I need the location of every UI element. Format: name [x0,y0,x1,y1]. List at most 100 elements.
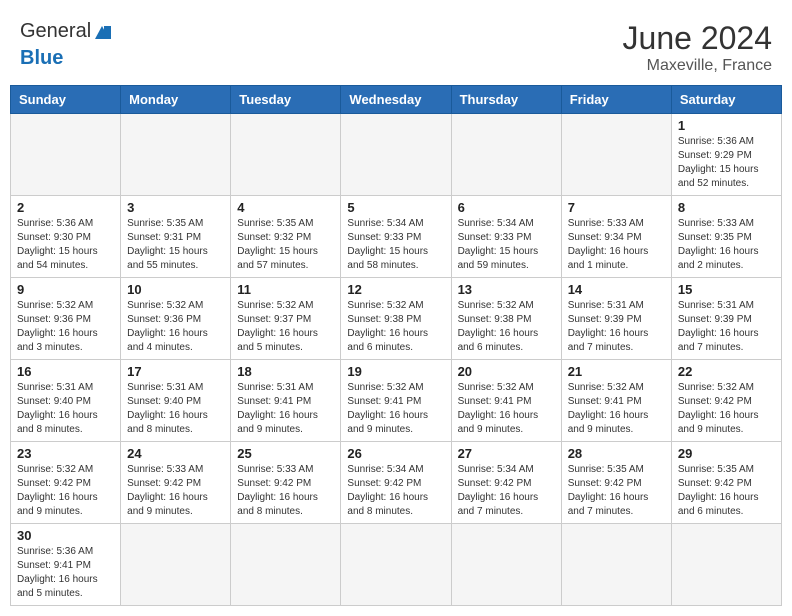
day-number: 16 [17,364,114,379]
day-info: Sunrise: 5:33 AM Sunset: 9:42 PM Dayligh… [237,463,334,519]
day-info: Sunrise: 5:35 AM Sunset: 9:31 PM Dayligh… [127,217,224,273]
logo-blue-text: Blue [20,47,63,70]
day-info: Sunrise: 5:33 AM Sunset: 9:42 PM Dayligh… [127,463,224,519]
column-header-saturday: Saturday [671,86,781,114]
day-cell: 26 Sunrise: 5:34 AM Sunset: 9:42 PM Dayli… [341,442,451,524]
day-cell: 27 Sunrise: 5:34 AM Sunset: 9:42 PM Dayli… [451,442,561,524]
header-area: General Blue June 2024 Maxeville, France [10,10,782,80]
day-cell: 12 Sunrise: 5:32 AM Sunset: 9:38 PM Dayli… [341,278,451,360]
day-number: 21 [568,364,665,379]
column-header-monday: Monday [121,86,231,114]
day-cell: 10Sunrise: 5:32 AM Sunset: 9:36 PM Dayli… [121,278,231,360]
day-cell: 21 Sunrise: 5:32 AM Sunset: 9:41 PM Dayli… [561,360,671,442]
week-row-2: 2 Sunrise: 5:36 AM Sunset: 9:30 PM Daylig… [11,196,782,278]
day-info: Sunrise: 5:31 AM Sunset: 9:41 PM Dayligh… [237,381,334,437]
day-info: Sunrise: 5:36 AM Sunset: 9:29 PM Dayligh… [678,135,775,191]
week-row-6: 30 Sunrise: 5:36 AM Sunset: 9:41 PM Dayli… [11,524,782,606]
week-row-3: 9 Sunrise: 5:32 AM Sunset: 9:36 PM Daylig… [11,278,782,360]
column-header-sunday: Sunday [11,86,121,114]
day-info: Sunrise: 5:36 AM Sunset: 9:41 PM Dayligh… [17,545,114,601]
day-cell: 17Sunrise: 5:31 AM Sunset: 9:40 PM Dayli… [121,360,231,442]
day-info: Sunrise: 5:33 AM Sunset: 9:35 PM Dayligh… [678,217,775,273]
day-cell [451,114,561,196]
day-number: 11 [237,282,334,297]
logo: General Blue [20,20,113,70]
day-cell: 15Sunrise: 5:31 AM Sunset: 9:39 PM Dayli… [671,278,781,360]
day-info: Sunrise: 5:32 AM Sunset: 9:37 PM Dayligh… [237,299,334,355]
logo-icon [91,21,113,43]
day-cell: 7 Sunrise: 5:33 AM Sunset: 9:34 PM Daylig… [561,196,671,278]
day-number: 27 [458,446,555,461]
day-number: 9 [17,282,114,297]
day-cell: 28Sunrise: 5:35 AM Sunset: 9:42 PM Dayli… [561,442,671,524]
column-header-thursday: Thursday [451,86,561,114]
day-number: 7 [568,200,665,215]
day-number: 13 [458,282,555,297]
day-cell [231,524,341,606]
day-cell: 24 Sunrise: 5:33 AM Sunset: 9:42 PM Dayli… [121,442,231,524]
day-number: 3 [127,200,224,215]
day-info: Sunrise: 5:32 AM Sunset: 9:36 PM Dayligh… [17,299,114,355]
column-header-friday: Friday [561,86,671,114]
day-cell: 5Sunrise: 5:34 AM Sunset: 9:33 PM Daylig… [341,196,451,278]
day-info: Sunrise: 5:33 AM Sunset: 9:34 PM Dayligh… [568,217,665,273]
column-header-wednesday: Wednesday [341,86,451,114]
day-cell [11,114,121,196]
day-cell: 25 Sunrise: 5:33 AM Sunset: 9:42 PM Dayli… [231,442,341,524]
day-cell: 14 Sunrise: 5:31 AM Sunset: 9:39 PM Dayli… [561,278,671,360]
day-number: 19 [347,364,444,379]
day-cell: 6 Sunrise: 5:34 AM Sunset: 9:33 PM Daylig… [451,196,561,278]
day-number: 14 [568,282,665,297]
day-info: Sunrise: 5:32 AM Sunset: 9:41 PM Dayligh… [347,381,444,437]
day-info: Sunrise: 5:34 AM Sunset: 9:42 PM Dayligh… [347,463,444,519]
logo-wrapper: General [20,20,113,43]
day-cell: 8 Sunrise: 5:33 AM Sunset: 9:35 PM Daylig… [671,196,781,278]
day-info: Sunrise: 5:31 AM Sunset: 9:39 PM Dayligh… [568,299,665,355]
day-number: 23 [17,446,114,461]
location: Maxeville, France [623,57,772,75]
day-cell: 13 Sunrise: 5:32 AM Sunset: 9:38 PM Dayli… [451,278,561,360]
day-number: 25 [237,446,334,461]
day-info: Sunrise: 5:32 AM Sunset: 9:42 PM Dayligh… [17,463,114,519]
day-info: Sunrise: 5:32 AM Sunset: 9:38 PM Dayligh… [458,299,555,355]
day-number: 8 [678,200,775,215]
day-cell: 2 Sunrise: 5:36 AM Sunset: 9:30 PM Daylig… [11,196,121,278]
day-cell: 23 Sunrise: 5:32 AM Sunset: 9:42 PM Dayli… [11,442,121,524]
day-cell [561,524,671,606]
day-number: 2 [17,200,114,215]
day-number: 26 [347,446,444,461]
day-cell: 18Sunrise: 5:31 AM Sunset: 9:41 PM Dayli… [231,360,341,442]
day-number: 20 [458,364,555,379]
day-info: Sunrise: 5:32 AM Sunset: 9:42 PM Dayligh… [678,381,775,437]
day-number: 6 [458,200,555,215]
day-number: 30 [17,528,114,543]
day-cell: 9 Sunrise: 5:32 AM Sunset: 9:36 PM Daylig… [11,278,121,360]
day-cell: 29Sunrise: 5:35 AM Sunset: 9:42 PM Dayli… [671,442,781,524]
day-cell [341,524,451,606]
calendar-header-row: SundayMondayTuesdayWednesdayThursdayFrid… [11,86,782,114]
day-cell: 30 Sunrise: 5:36 AM Sunset: 9:41 PM Dayli… [11,524,121,606]
day-info: Sunrise: 5:32 AM Sunset: 9:38 PM Dayligh… [347,299,444,355]
day-cell [231,114,341,196]
day-number: 12 [347,282,444,297]
month-year: June 2024 [623,20,772,57]
day-info: Sunrise: 5:36 AM Sunset: 9:30 PM Dayligh… [17,217,114,273]
day-info: Sunrise: 5:35 AM Sunset: 9:42 PM Dayligh… [568,463,665,519]
day-number: 17 [127,364,224,379]
day-cell [121,114,231,196]
day-cell: 19 Sunrise: 5:32 AM Sunset: 9:41 PM Dayli… [341,360,451,442]
day-number: 29 [678,446,775,461]
day-info: Sunrise: 5:31 AM Sunset: 9:39 PM Dayligh… [678,299,775,355]
logo-general-text: General [20,20,91,43]
day-info: Sunrise: 5:34 AM Sunset: 9:33 PM Dayligh… [347,217,444,273]
day-cell: 1Sunrise: 5:36 AM Sunset: 9:29 PM Daylig… [671,114,781,196]
week-row-1: 1Sunrise: 5:36 AM Sunset: 9:29 PM Daylig… [11,114,782,196]
day-number: 4 [237,200,334,215]
day-info: Sunrise: 5:32 AM Sunset: 9:41 PM Dayligh… [568,381,665,437]
day-number: 24 [127,446,224,461]
day-cell: 16Sunrise: 5:31 AM Sunset: 9:40 PM Dayli… [11,360,121,442]
day-info: Sunrise: 5:34 AM Sunset: 9:42 PM Dayligh… [458,463,555,519]
day-info: Sunrise: 5:34 AM Sunset: 9:33 PM Dayligh… [458,217,555,273]
column-header-tuesday: Tuesday [231,86,341,114]
week-row-4: 16Sunrise: 5:31 AM Sunset: 9:40 PM Dayli… [11,360,782,442]
